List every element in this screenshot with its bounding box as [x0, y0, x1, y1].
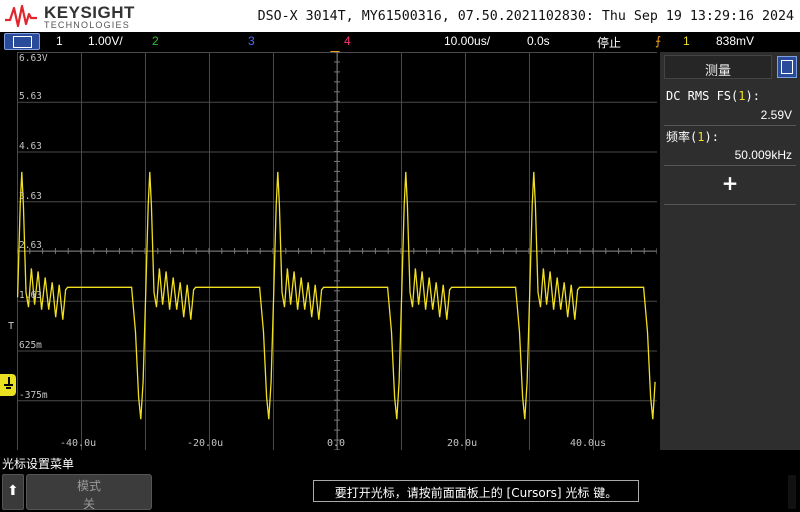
trigger-edge-icon: ⨍	[655, 34, 662, 48]
ch4-number[interactable]: 4	[344, 34, 351, 48]
divider	[664, 165, 796, 166]
graticule-and-trace	[17, 52, 657, 450]
measurement-1-label[interactable]: DC RMS FS(1):	[666, 89, 760, 103]
status-bar: 1 1.00V/ 2 3 4 10.00us/ 0.0s 停止 ⨍ 1 838m…	[0, 32, 800, 52]
ch2-number[interactable]: 2	[152, 34, 159, 48]
panel-grip[interactable]	[788, 475, 796, 509]
ch1-number[interactable]: 1	[56, 34, 63, 48]
measurement-panel-title: 测量	[704, 64, 731, 79]
trigger-source[interactable]: 1	[683, 34, 690, 48]
x-label: -20.0u	[187, 438, 224, 449]
mode-softkey-value: 关	[82, 497, 95, 511]
up-arrow-icon: ⬆	[7, 483, 19, 499]
header-bar: KEYSIGHT TECHNOLOGIES DSO-X 3014T, MY615…	[0, 0, 800, 32]
add-measurement-button[interactable]: +	[720, 173, 740, 193]
x-label: 0.0	[327, 438, 346, 449]
graticule	[17, 52, 657, 450]
measurement-panel: 测量 DC RMS FS(1): 2.59V 频率(1): 50.009kHz …	[660, 52, 800, 450]
measurement-2-label[interactable]: 频率(1):	[666, 128, 719, 145]
divider	[664, 204, 796, 205]
mode-softkey[interactable]: 模式 关	[26, 474, 152, 511]
y-label: 625m	[19, 340, 42, 351]
y-label: 2.63	[19, 240, 42, 251]
menu-icon	[781, 60, 793, 74]
menu-title: 光标设置菜单	[2, 457, 75, 471]
x-label: 20.0u	[447, 438, 478, 449]
ch1-trace	[17, 171, 656, 420]
brand-subtitle: TECHNOLOGIES	[44, 20, 130, 30]
mode-softkey-label: 模式	[76, 479, 101, 493]
waveform-display[interactable]: 6.63V 5.63 4.63 3.63 2.63 1.63 625m -375…	[17, 52, 657, 450]
timebase-value[interactable]: 10.00us/	[444, 34, 490, 48]
x-label: -40.0u	[60, 438, 97, 449]
ch1-ground-marker[interactable]	[0, 374, 16, 396]
menu-icon	[13, 36, 32, 48]
hint-text: 要打开光标，请按前面面板上的 [Cursors] 光标 键。	[334, 486, 618, 500]
side-menu-button[interactable]	[777, 56, 797, 78]
y-label: 5.63	[19, 91, 42, 102]
divider	[664, 125, 796, 126]
back-button[interactable]: ⬆	[2, 474, 24, 510]
ch3-number[interactable]: 3	[248, 34, 255, 48]
hint-message: 要打开光标，请按前面面板上的 [Cursors] 光标 键。	[313, 480, 639, 502]
x-label: 40.0us	[570, 438, 607, 449]
ch1-scale[interactable]: 1.00V/	[88, 34, 123, 48]
instrument-title: DSO-X 3014T, MY61500316, 07.50.202110283…	[257, 9, 794, 24]
keysight-logo: KEYSIGHT TECHNOLOGIES	[4, 2, 134, 30]
y-label: 3.63	[19, 191, 42, 202]
main-menu-button[interactable]	[4, 33, 40, 50]
y-label: -375m	[19, 390, 48, 401]
measurement-panel-header[interactable]: 测量	[664, 55, 772, 79]
measurement-1-value: 2.59V	[760, 108, 792, 122]
trigger-level[interactable]: 838mV	[716, 34, 754, 48]
delay-value[interactable]: 0.0s	[527, 34, 550, 48]
run-state[interactable]: 停止	[597, 34, 621, 51]
y-label: 6.63V	[19, 53, 48, 64]
measurement-2-value: 50.009kHz	[734, 148, 792, 162]
keysight-wave-icon	[5, 4, 37, 28]
y-label: 4.63	[19, 141, 42, 152]
y-label: 1.63	[19, 290, 42, 301]
trigger-level-marker[interactable]: T	[8, 321, 14, 332]
